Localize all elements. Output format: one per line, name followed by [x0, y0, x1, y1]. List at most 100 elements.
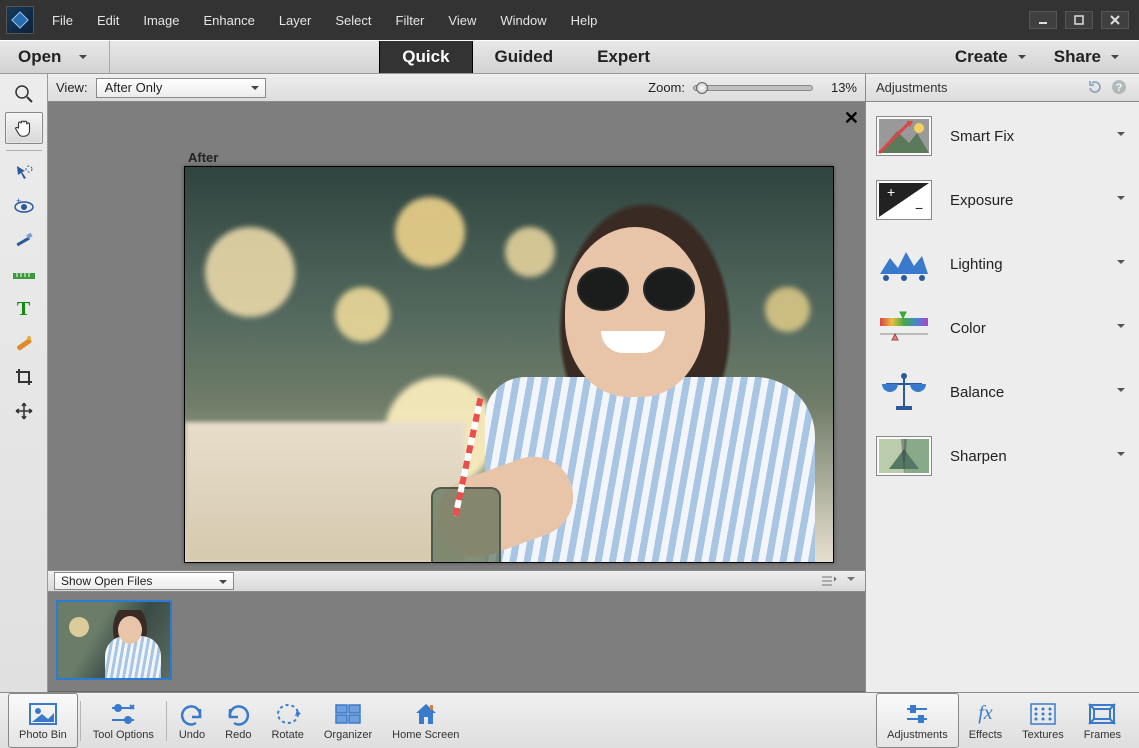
- home-icon: [414, 701, 438, 727]
- slider-thumb[interactable]: [696, 82, 708, 94]
- crop-tool[interactable]: [5, 361, 43, 393]
- fx-icon: fx: [978, 701, 992, 727]
- lighting-icon: [876, 244, 932, 284]
- bottom-effects[interactable]: fx Effects: [959, 693, 1012, 748]
- sharpen-icon: [876, 436, 932, 476]
- move-tool[interactable]: [5, 395, 43, 427]
- menu-edit[interactable]: Edit: [85, 7, 131, 34]
- chevron-down-icon: [79, 55, 87, 63]
- adj-exposure[interactable]: +− Exposure: [872, 178, 1133, 222]
- photobin: [48, 592, 865, 692]
- create-menu[interactable]: Create: [941, 47, 1040, 67]
- open-label: Open: [18, 47, 61, 67]
- chevron-down-icon: [219, 580, 227, 588]
- menu-file[interactable]: File: [40, 7, 85, 34]
- bottom-photobin[interactable]: Photo Bin: [8, 693, 78, 748]
- whiten-tool[interactable]: [5, 225, 43, 257]
- chevron-down-icon: [251, 86, 259, 94]
- menu-view[interactable]: View: [436, 7, 488, 34]
- mode-quick[interactable]: Quick: [379, 41, 472, 73]
- smartfix-icon: [876, 116, 932, 156]
- photo-icon: [30, 701, 56, 727]
- bottom-undo[interactable]: Undo: [169, 693, 215, 748]
- photobin-bar: Show Open Files: [48, 570, 865, 592]
- undo-icon: [180, 701, 204, 727]
- bin-collapse-icon[interactable]: [843, 573, 859, 589]
- zoom-label: Zoom:: [648, 80, 685, 95]
- tooloptions-icon: [110, 701, 136, 727]
- straighten-tool[interactable]: [5, 259, 43, 291]
- menu-window[interactable]: Window: [488, 7, 558, 34]
- adj-sharpen[interactable]: Sharpen: [872, 434, 1133, 478]
- svg-text:−: −: [915, 200, 923, 216]
- hand-tool[interactable]: [5, 112, 43, 144]
- view-label: View:: [56, 80, 88, 95]
- zoom-value: 13%: [821, 80, 857, 95]
- bottom-homescreen[interactable]: Home Screen: [382, 693, 469, 748]
- rotate-icon: [275, 701, 301, 727]
- bottom-bar: Photo Bin Tool Options Undo Redo Rotate …: [0, 692, 1139, 748]
- adj-balance[interactable]: Balance: [872, 370, 1133, 414]
- balance-icon: [876, 372, 932, 412]
- zoom-tool[interactable]: [5, 78, 43, 110]
- bottom-textures[interactable]: Textures: [1012, 693, 1074, 748]
- adj-smartfix[interactable]: Smart Fix: [872, 114, 1133, 158]
- canvas-image[interactable]: [184, 166, 834, 563]
- window-maximize[interactable]: [1065, 11, 1093, 29]
- exposure-icon: +−: [876, 180, 932, 220]
- bottom-tooloptions[interactable]: Tool Options: [83, 693, 164, 748]
- menu-layer[interactable]: Layer: [267, 7, 324, 34]
- options-bar: View: After Only Zoom: 13%: [48, 74, 865, 102]
- window-minimize[interactable]: [1029, 11, 1057, 29]
- adj-color[interactable]: Color: [872, 306, 1133, 350]
- right-panel: Adjustments ? Smart Fix +− Exposure Ligh…: [865, 74, 1139, 692]
- modebar: Open Quick Guided Expert Create Share: [0, 40, 1139, 74]
- share-menu[interactable]: Share: [1040, 47, 1133, 67]
- menu-filter[interactable]: Filter: [384, 7, 437, 34]
- svg-text:+: +: [887, 184, 895, 200]
- app-logo: [6, 6, 34, 34]
- reset-icon[interactable]: [1087, 79, 1105, 97]
- eye-tool[interactable]: +: [5, 191, 43, 223]
- frames-icon: [1089, 701, 1115, 727]
- chevron-down-icon: [1111, 55, 1119, 63]
- menu-enhance[interactable]: Enhance: [192, 7, 267, 34]
- bottom-rotate[interactable]: Rotate: [261, 693, 313, 748]
- zoom-slider[interactable]: [693, 85, 813, 91]
- textures-icon: [1031, 701, 1055, 727]
- bottom-organizer[interactable]: Organizer: [314, 693, 382, 748]
- mode-expert[interactable]: Expert: [575, 41, 672, 73]
- type-tool[interactable]: T: [5, 293, 43, 325]
- mode-guided[interactable]: Guided: [473, 41, 576, 73]
- svg-text:+: +: [16, 196, 21, 206]
- bottom-frames[interactable]: Frames: [1074, 693, 1131, 748]
- chevron-down-icon: [1117, 452, 1125, 460]
- spot-heal-tool[interactable]: [5, 327, 43, 359]
- canvas-area: ✕ After: [48, 102, 865, 570]
- menu-image[interactable]: Image: [131, 7, 191, 34]
- toolstrip: + T: [0, 74, 48, 692]
- photobin-selector[interactable]: Show Open Files: [54, 572, 234, 590]
- adj-lighting[interactable]: Lighting: [872, 242, 1133, 286]
- chevron-down-icon: [1117, 260, 1125, 268]
- svg-text:?: ?: [1116, 82, 1123, 94]
- chevron-down-icon: [1117, 132, 1125, 140]
- bottom-redo[interactable]: Redo: [215, 693, 261, 748]
- menu-help[interactable]: Help: [559, 7, 610, 34]
- open-menu[interactable]: Open: [0, 41, 110, 73]
- adjustments-header: Adjustments ?: [866, 74, 1139, 102]
- bin-menu-icon[interactable]: [821, 573, 837, 589]
- window-close[interactable]: [1101, 11, 1129, 29]
- menubar: File Edit Image Enhance Layer Select Fil…: [0, 0, 1139, 40]
- redo-icon: [226, 701, 250, 727]
- close-image-button[interactable]: ✕: [844, 108, 859, 129]
- menu-select[interactable]: Select: [323, 7, 383, 34]
- photobin-thumbnail[interactable]: [56, 600, 172, 680]
- bottom-adjustments[interactable]: Adjustments: [876, 693, 959, 748]
- chevron-down-icon: [1117, 388, 1125, 396]
- quick-select-tool[interactable]: [5, 157, 43, 189]
- chevron-down-icon: [1018, 55, 1026, 63]
- adjustments-icon: [905, 701, 929, 727]
- help-icon[interactable]: ?: [1111, 79, 1129, 97]
- view-select[interactable]: After Only: [96, 78, 266, 98]
